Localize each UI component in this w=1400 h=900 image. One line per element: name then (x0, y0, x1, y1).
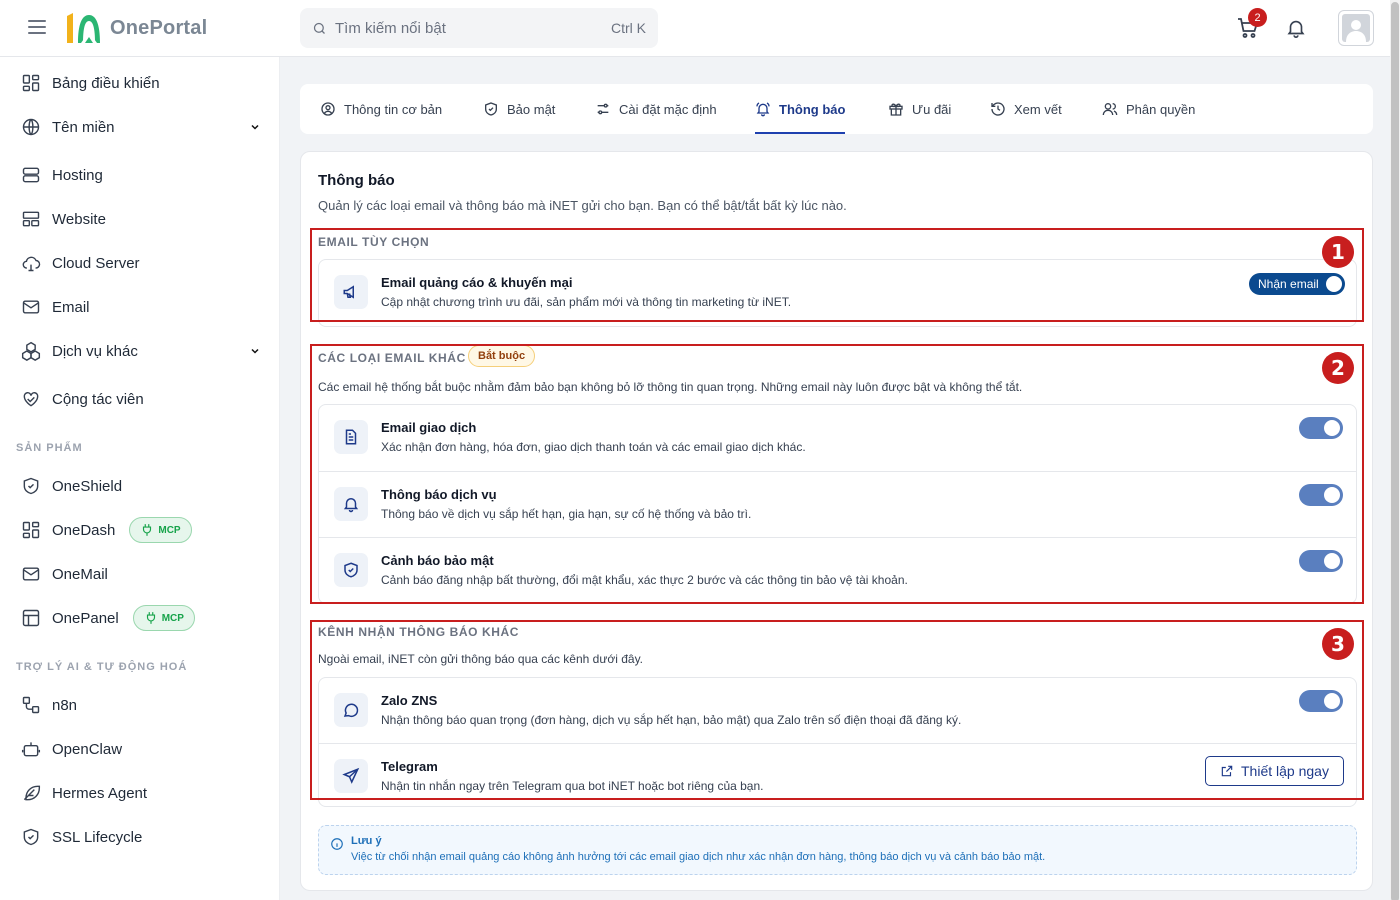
tab-offers[interactable]: Ưu đãi (888, 84, 951, 134)
sidebar-item-onemail[interactable]: OneMail (20, 562, 265, 586)
sidebar-item-label: Bảng điều khiển (52, 74, 160, 92)
sidebar-item-onepanel[interactable]: OnePanel MCP (20, 605, 265, 631)
sidebar-item-website[interactable]: Website (20, 207, 265, 231)
sidebar-item-email[interactable]: Email (20, 295, 265, 319)
search-shortcut: Ctrl K (611, 20, 646, 36)
sidebar-item-dashboard[interactable]: Bảng điều khiển (20, 71, 265, 95)
search-icon (313, 22, 325, 34)
app-name: OnePortal (110, 16, 208, 39)
handshake-heart-icon (20, 388, 42, 410)
tab-basic-info[interactable]: Thông tin cơ bản (320, 84, 442, 134)
menu-icon[interactable] (28, 20, 46, 36)
note-title: Lưu ý (351, 835, 382, 847)
annotation-marker-2: 2 (1322, 352, 1354, 384)
annotation-box-2 (310, 344, 1364, 604)
panel-icon (20, 607, 42, 629)
cloud-icon (20, 252, 42, 274)
note-description: Việc từ chối nhận email quảng cáo không … (351, 851, 1046, 863)
mcp-badge: MCP (129, 517, 192, 543)
chevron-down-icon[interactable] (249, 345, 261, 357)
sidebar-item-hosting[interactable]: Hosting (20, 163, 265, 187)
info-icon (331, 838, 343, 850)
sidebar-item-label: Hosting (52, 166, 103, 184)
mail-icon (20, 296, 42, 318)
sidebar-item-label: OneMail (52, 565, 108, 583)
gift-icon (889, 103, 903, 116)
tab-notifications[interactable]: Thông báo (755, 84, 846, 134)
page-title: Thông báo (318, 172, 395, 189)
mcp-badge: MCP (132, 605, 195, 631)
bell-ring-icon (756, 102, 770, 117)
sidebar-item-hermes-agent[interactable]: Hermes Agent (20, 781, 265, 805)
server-icon (20, 164, 42, 186)
page-scrollbar[interactable] (1390, 0, 1400, 900)
search-bar[interactable]: Ctrl K (300, 8, 658, 48)
cubes-icon (20, 340, 42, 362)
website-icon (20, 208, 42, 230)
chevron-down-icon[interactable] (249, 121, 261, 133)
settings-tabs: Thông tin cơ bản Bảo mật Cài đặt mặc địn… (300, 84, 1373, 134)
search-input[interactable] (335, 19, 611, 37)
sidebar-section-products: SẢN PHẨM (16, 442, 83, 454)
dashboard-icon (20, 72, 42, 94)
annotation-marker-3: 3 (1322, 628, 1354, 660)
sidebar-item-other-services[interactable]: Dịch vụ khác (20, 339, 265, 363)
plug-icon (146, 612, 155, 624)
sidebar-item-label: OnePanel (52, 609, 119, 627)
sliders-icon (597, 103, 609, 115)
sidebar-item-label: Email (52, 298, 90, 316)
cart-count-badge: 2 (1248, 8, 1267, 27)
user-circle-icon (321, 102, 335, 116)
sidebar-item-label: SSL Lifecycle (52, 828, 143, 846)
sidebar-item-label: OneShield (52, 477, 123, 495)
shield-check-icon (485, 102, 497, 116)
app-logo[interactable]: OnePortal (64, 10, 207, 46)
annotation-marker-1: 1 (1322, 236, 1354, 268)
tab-security[interactable]: Bảo mật (483, 84, 555, 134)
sidebar-item-label: n8n (52, 696, 78, 714)
page-description: Quản lý các loại email và thông báo mà i… (318, 198, 847, 213)
info-note: Lưu ý Việc từ chối nhận email quảng cáo … (318, 825, 1357, 875)
shield-check-icon (20, 826, 42, 848)
top-header: OnePortal Ctrl K 2 (0, 0, 1400, 57)
sidebar-item-label: Hermes Agent (52, 784, 148, 802)
sidebar-item-affiliate[interactable]: Cộng tác viên (20, 387, 265, 411)
tab-activity-log[interactable]: Xem vết (990, 84, 1062, 134)
sidebar-item-n8n[interactable]: n8n (20, 693, 265, 717)
sidebar-item-oneshield[interactable]: OneShield (20, 474, 265, 498)
tab-default-settings[interactable]: Cài đặt mặc định (595, 84, 717, 134)
sidebar-item-openclaw[interactable]: OpenClaw (20, 737, 265, 761)
sidebar-item-ssl-lifecycle[interactable]: SSL Lifecycle (20, 825, 265, 849)
sidebar-section-ai: TRỢ LÝ AI & TỰ ĐỘNG HOÁ (16, 661, 188, 673)
annotation-box-1 (310, 228, 1364, 322)
sidebar-item-label: Cộng tác viên (52, 390, 144, 408)
robot-icon (20, 738, 42, 760)
globe-icon (20, 116, 42, 138)
sidebar-item-label: Website (52, 210, 106, 228)
sidebar-item-onedash[interactable]: OneDash MCP (20, 517, 265, 543)
sidebar: Bảng điều khiển Tên miền Hosting Website… (0, 57, 280, 900)
tab-permissions[interactable]: Phân quyền (1102, 84, 1195, 134)
dashboard-icon (20, 519, 42, 541)
sidebar-item-label: Tên miền (52, 118, 115, 136)
history-icon (991, 102, 1005, 116)
sidebar-item-label: Dịch vụ khác (52, 342, 138, 360)
sidebar-item-label: OpenClaw (52, 740, 123, 758)
mail-icon (20, 563, 42, 585)
annotation-box-3 (310, 620, 1364, 800)
avatar[interactable] (1338, 10, 1374, 46)
scrollbar-thumb[interactable] (1391, 2, 1399, 900)
feather-icon (20, 782, 42, 804)
plug-icon (143, 524, 152, 536)
logo-mark-icon (64, 10, 102, 46)
users-icon (1102, 103, 1118, 116)
sidebar-item-label: Cloud Server (52, 254, 140, 272)
shield-icon (20, 475, 42, 497)
notification-bell-icon[interactable] (1285, 17, 1307, 39)
sidebar-item-cloud-server[interactable]: Cloud Server (20, 251, 265, 275)
sidebar-item-domains[interactable]: Tên miền (20, 115, 265, 139)
workflow-icon (20, 694, 42, 716)
sidebar-item-label: OneDash (52, 521, 116, 539)
